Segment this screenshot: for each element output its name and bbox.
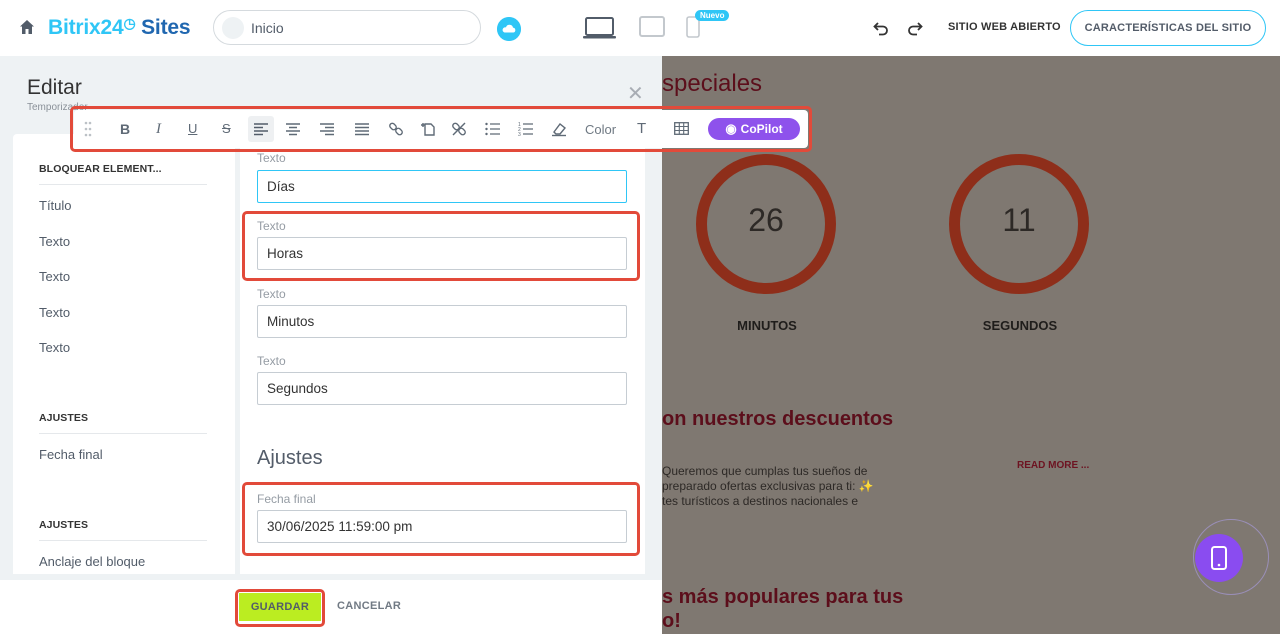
bulleted-list-icon[interactable]: [485, 122, 500, 136]
open-site-link[interactable]: SITIO WEB ABIERTO: [948, 21, 1061, 33]
sidebar-item-title[interactable]: Título: [39, 198, 72, 213]
svg-text:3: 3: [518, 132, 521, 137]
add-anchor-icon[interactable]: [420, 121, 436, 137]
text-style-icon[interactable]: T: [637, 120, 646, 137]
preview-body-line: Queremos que cumplas tus sueños de: [662, 464, 868, 478]
divider: [39, 433, 207, 434]
sidebar-section-settings: AJUSTES: [39, 412, 89, 424]
tablet-view-icon[interactable]: [639, 16, 665, 38]
numbered-list-icon[interactable]: 1 2 3: [518, 121, 533, 137]
table-icon[interactable]: [674, 122, 689, 135]
field-label: Texto: [257, 151, 286, 165]
field-label: Texto: [257, 219, 286, 233]
strikethrough-icon[interactable]: S: [222, 121, 231, 136]
home-icon[interactable]: [18, 18, 36, 36]
text-field-minutes[interactable]: Minutos: [257, 305, 627, 338]
text-format-toolbar: B I U S 1 2 3 Color T ◉ CoPilot: [74, 110, 808, 148]
link-icon[interactable]: [388, 121, 404, 137]
align-left-icon[interactable]: [248, 116, 274, 142]
field-label: Fecha final: [257, 492, 316, 506]
editor-form: Texto Días Texto Horas Texto Minutos Tex…: [240, 134, 645, 574]
desktop-view-icon[interactable]: [582, 16, 617, 40]
italic-icon[interactable]: I: [156, 121, 161, 138]
site-features-button[interactable]: CARACTERÍSTICAS DEL SITIO: [1070, 10, 1266, 46]
field-label: Texto: [257, 287, 286, 301]
sidebar-item-end-date[interactable]: Fecha final: [39, 447, 103, 462]
logo-brand: Bitrix24: [48, 16, 124, 39]
preview-heading-discounts: on nuestros descuentos: [662, 408, 894, 430]
close-icon[interactable]: ✕: [627, 81, 644, 106]
underline-icon[interactable]: U: [188, 121, 197, 136]
sidebar-section-settings: AJUSTES: [39, 519, 89, 531]
sidebar-item-text[interactable]: Texto: [39, 234, 70, 249]
clear-format-eraser-icon[interactable]: [551, 121, 567, 137]
top-bar: Bitrix24◷ Sites Inicio Nuevo SITIO WEB A…: [0, 0, 1280, 56]
clock-icon: ◷: [123, 15, 136, 31]
end-date-field[interactable]: 30/06/2025 11:59:00 pm: [257, 510, 627, 543]
read-more-link[interactable]: READ MORE ...: [1017, 460, 1089, 471]
page-selector-label: Inicio: [251, 20, 284, 36]
seconds-circle: 11: [949, 154, 1089, 294]
seconds-value: 11: [1002, 202, 1036, 238]
sidebar-item-text[interactable]: Texto: [39, 340, 70, 355]
sidebar-item-block-anchor[interactable]: Anclaje del bloque: [39, 554, 145, 569]
editor-title: Editar: [27, 76, 82, 99]
preview-heading-specials: speciales: [662, 70, 763, 97]
editor-sidebar: BLOQUEAR ELEMENT... Título Texto Texto T…: [13, 134, 235, 574]
mobile-preview-button[interactable]: [1195, 534, 1243, 582]
minutes-label: MINUTOS: [737, 318, 797, 333]
seconds-label: SEGUNDOS: [982, 318, 1058, 333]
bold-icon[interactable]: B: [120, 121, 130, 137]
divider: [39, 184, 207, 185]
minutes-value: 26: [748, 202, 784, 238]
copilot-label: CoPilot: [740, 122, 783, 136]
copilot-icon: ◉: [725, 121, 737, 136]
mobile-phone-icon: [1211, 546, 1227, 570]
align-center-icon[interactable]: [286, 122, 300, 136]
sidebar-item-text[interactable]: Texto: [39, 305, 70, 320]
text-field-seconds[interactable]: Segundos: [257, 372, 627, 405]
bitrix24-sites-logo[interactable]: Bitrix24◷ Sites: [48, 15, 191, 40]
sidebar-item-text[interactable]: Texto: [39, 269, 70, 284]
copilot-button[interactable]: ◉ CoPilot: [708, 118, 800, 140]
preview-heading-popular-end: o!: [662, 610, 681, 632]
preview-body-line: tes turísticos a destinos nacionales e: [662, 494, 859, 508]
text-color-button[interactable]: Color: [585, 122, 616, 137]
sidebar-section-block-elements: BLOQUEAR ELEMENT...: [39, 163, 162, 175]
text-field-hours[interactable]: Horas: [257, 237, 627, 270]
text-field-days[interactable]: Días: [257, 170, 627, 203]
logo-suffix: Sites: [141, 16, 191, 39]
field-label: Texto: [257, 354, 286, 368]
align-right-icon[interactable]: [320, 122, 334, 136]
preview-heading-popular: s más populares para tus: [662, 586, 904, 608]
page-selector[interactable]: Inicio: [213, 10, 481, 45]
align-justify-icon[interactable]: [355, 122, 369, 136]
save-button[interactable]: GUARDAR: [239, 593, 321, 621]
new-badge: Nuevo: [695, 10, 730, 21]
undo-icon[interactable]: [871, 18, 891, 38]
drag-handle-icon[interactable]: [84, 120, 92, 138]
divider: [39, 540, 207, 541]
cloud-icon[interactable]: [497, 17, 521, 41]
unlink-icon[interactable]: [451, 121, 467, 137]
cancel-button[interactable]: CANCELAR: [337, 600, 401, 612]
minutes-circle: 26: [696, 154, 836, 294]
preview-body-line: preparado ofertas exclusivas para ti: ✨: [662, 479, 874, 493]
page-thumbnail-icon: [222, 17, 244, 39]
editor-footer: GUARDAR CANCELAR: [0, 580, 662, 634]
redo-icon[interactable]: [905, 18, 925, 38]
settings-heading: Ajustes: [257, 447, 323, 469]
